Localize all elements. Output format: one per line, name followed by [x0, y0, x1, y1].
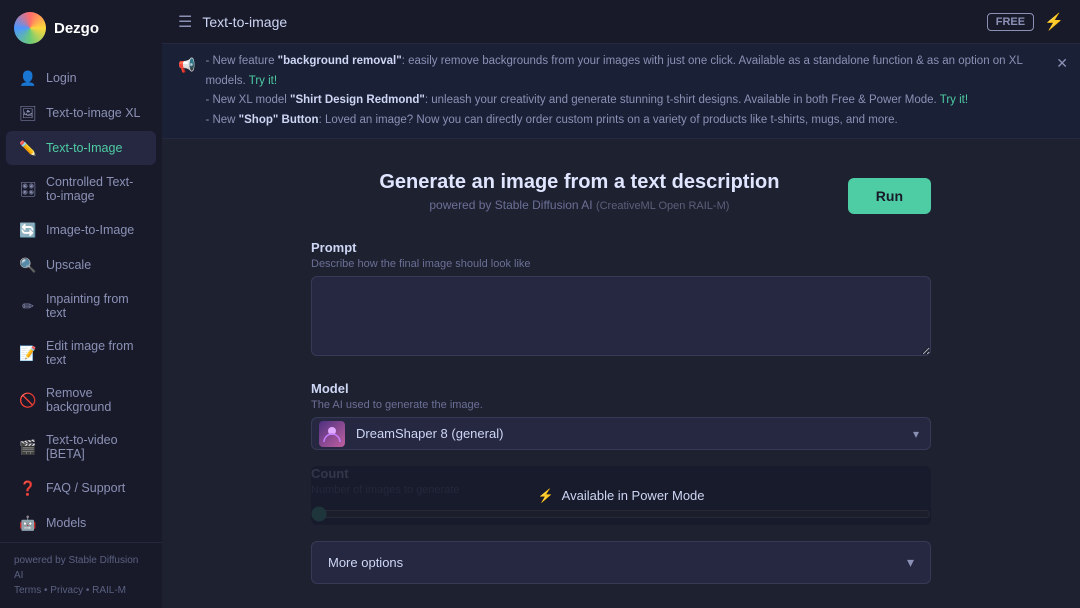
sidebar-item-label: Remove background	[46, 386, 142, 414]
form-container: Generate an image from a text descriptio…	[291, 139, 951, 608]
prompt-section: Prompt Describe how the final image shou…	[311, 240, 931, 359]
logo[interactable]: Dezgo	[0, 0, 162, 56]
sidebar-item-text-to-image[interactable]: ✏️ Text-to-Image	[6, 131, 156, 165]
more-options-label: More options	[328, 555, 403, 570]
sidebar-item-label: Models	[46, 516, 86, 530]
banner-content: - New feature "background removal": easi…	[205, 52, 1064, 130]
zoom-icon: 🔍	[20, 257, 36, 273]
sidebar-item-label: Text-to-video [BETA]	[46, 433, 142, 461]
sidebar-item-label: Text-to-Image	[46, 141, 122, 155]
app-name: Dezgo	[54, 20, 99, 37]
sidebar-footer: powered by Stable Diffusion AI Terms • P…	[0, 542, 162, 608]
sidebar-item-label: Text-to-image XL	[46, 106, 140, 120]
model-label: Model	[311, 381, 931, 396]
sidebar-item-text-to-video[interactable]: 🎬 Text-to-video [BETA]	[6, 424, 156, 470]
page-heading: Generate an image from a text descriptio…	[311, 171, 848, 212]
sidebar-item-edit-image[interactable]: 📝 Edit image from text	[6, 330, 156, 376]
image-icon: 🖼	[20, 105, 36, 121]
sidebar-item-label: Login	[46, 71, 77, 85]
banner-line3: - New "Shop" Button: Loved an image? Now…	[205, 111, 1064, 131]
sidebar-item-label: Upscale	[46, 258, 91, 272]
topbar: ☰ Text-to-image FREE ⚡	[162, 0, 1080, 44]
sidebar-nav: 👤 Login 🖼 Text-to-image XL ✏️ Text-to-Im…	[0, 56, 162, 542]
sidebar-item-models[interactable]: 🤖 Models	[6, 506, 156, 540]
swap-icon: 🔄	[20, 222, 36, 238]
sidebar-item-label: Controlled Text-to-image	[46, 175, 142, 203]
lightning-icon: ⚡	[1044, 12, 1064, 32]
sidebar-item-remove-bg[interactable]: 🚫 Remove background	[6, 377, 156, 423]
sidebar-item-label: FAQ / Support	[46, 481, 125, 495]
model-hint: The AI used to generate the image.	[311, 399, 931, 411]
sidebar-item-label: Image-to-Image	[46, 223, 134, 237]
free-badge: FREE	[987, 13, 1034, 31]
pencil-icon: ✏️	[20, 140, 36, 156]
prompt-hint: Describe how the final image should look…	[311, 258, 931, 270]
sidebar-item-image-to-image[interactable]: 🔄 Image-to-Image	[6, 213, 156, 247]
powered-parenthetical: (CreativeML Open RAIL-M)	[596, 200, 729, 212]
sidebar-item-label: Inpainting from text	[46, 292, 142, 320]
sidebar-item-upscale[interactable]: 🔍 Upscale	[6, 248, 156, 282]
sidebar-item-faq[interactable]: ❓ FAQ / Support	[6, 471, 156, 505]
power-mode-overlay: ⚡ Available in Power Mode	[311, 466, 931, 525]
sidebar-item-login[interactable]: 👤 Login	[6, 61, 156, 95]
person-icon: 👤	[20, 70, 36, 86]
more-options-bar[interactable]: More options ▾	[311, 541, 931, 584]
model-avatar	[319, 421, 345, 447]
inpaint-icon: ✏	[20, 298, 36, 314]
banner-icon: 📢	[178, 54, 195, 78]
footer-line1: powered by Stable Diffusion AI	[14, 553, 148, 583]
count-section: Count Number of images to generate ⚡ Ava…	[311, 466, 931, 525]
sidebar-item-label: Edit image from text	[46, 339, 142, 367]
model-section: Model The AI used to generate the image.…	[311, 381, 931, 450]
announcement-banner: 📢 - New feature "background removal": ea…	[162, 44, 1080, 139]
sidebar: Dezgo 👤 Login 🖼 Text-to-image XL ✏️ Text…	[0, 0, 162, 608]
footer-line2: Terms • Privacy • RAIL-M	[14, 583, 148, 598]
video-icon: 🎬	[20, 439, 36, 455]
page-title: Generate an image from a text descriptio…	[311, 171, 848, 194]
logo-icon	[14, 12, 46, 44]
run-button[interactable]: Run	[848, 178, 931, 214]
model-select[interactable]: DreamShaper 8 (general)	[311, 417, 931, 450]
prompt-label: Prompt	[311, 240, 931, 255]
sidebar-item-controlled-text-to-image[interactable]: 🎛 Controlled Text-to-image	[6, 166, 156, 212]
page-subtitle: powered by Stable Diffusion AI (Creative…	[311, 198, 848, 212]
topbar-right: FREE ⚡	[987, 12, 1064, 32]
prompt-input[interactable]	[311, 276, 931, 356]
sidebar-item-text-to-image-xl[interactable]: 🖼 Text-to-image XL	[6, 96, 156, 130]
close-icon[interactable]: ✕	[1056, 52, 1068, 76]
banner-line2: - New XL model "Shirt Design Redmond": u…	[205, 91, 1064, 111]
model-select-wrapper: DreamShaper 8 (general) ▾	[311, 417, 931, 450]
chevron-down-icon: ▾	[907, 554, 914, 571]
header-row: Generate an image from a text descriptio…	[311, 171, 931, 218]
menu-icon[interactable]: ☰	[178, 12, 192, 32]
topbar-title: Text-to-image	[202, 14, 287, 30]
content-area: Generate an image from a text descriptio…	[162, 139, 1080, 608]
power-lightning-icon: ⚡	[537, 488, 553, 504]
remove-icon: 🚫	[20, 392, 36, 408]
controls-icon: 🎛	[20, 181, 36, 197]
power-mode-text: Available in Power Mode	[562, 488, 705, 503]
sidebar-item-inpainting[interactable]: ✏ Inpainting from text	[6, 283, 156, 329]
main-area: ☰ Text-to-image FREE ⚡ 📢 - New feature "…	[162, 0, 1080, 608]
banner-line1: - New feature "background removal": easi…	[205, 52, 1064, 91]
banner-try-link-1[interactable]: Try it!	[249, 75, 277, 87]
models-icon: 🤖	[20, 515, 36, 531]
banner-try-link-2[interactable]: Try it!	[940, 94, 968, 106]
edit-icon: 📝	[20, 345, 36, 361]
faq-icon: ❓	[20, 480, 36, 496]
